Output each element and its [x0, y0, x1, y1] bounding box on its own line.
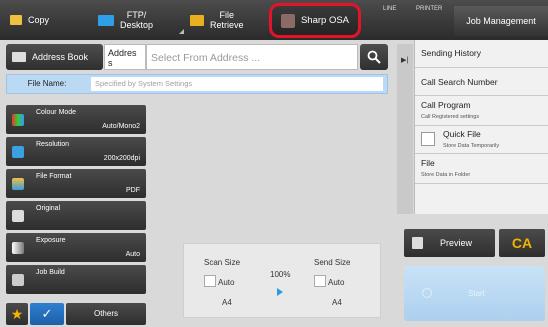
folder-icon [190, 14, 204, 26]
file-format-icon [12, 178, 24, 190]
setting-resolution[interactable]: Resolution 200x200dpi [6, 137, 146, 166]
tab-ftp-label: FTP/ Desktop [120, 10, 153, 30]
address-book-icon [12, 52, 26, 62]
file-name-label: File Name: [27, 79, 67, 88]
search-icon [367, 50, 381, 64]
top-bar: Copy FTP/ Desktop File Retrieve Sharp OS… [0, 0, 548, 40]
send-size-mode: Auto [328, 278, 345, 287]
resolution-icon [12, 146, 24, 158]
tab-file-retrieve-line1: File [219, 10, 235, 20]
tab-copy-label: Copy [28, 15, 50, 25]
address-field-label: Addres s [104, 44, 146, 70]
preview-label: Preview [440, 238, 473, 248]
setting-name: Resolution [36, 141, 70, 148]
tab-ftp-desktop[interactable]: FTP/ Desktop [98, 4, 186, 36]
scan-paper-icon [204, 275, 216, 287]
setting-job-build[interactable]: Job Build [6, 265, 146, 294]
job-management-label: Job Management [466, 16, 536, 26]
job-build-icon [12, 274, 24, 286]
copy-icon [10, 15, 22, 25]
setting-name: Job Build [36, 269, 65, 276]
sharp-osa-icon [280, 13, 295, 28]
others-label: Others [93, 309, 118, 318]
tab-file-retrieve-label: File Retrieve [210, 10, 244, 30]
send-size-label: Send Size [314, 258, 351, 267]
search-button[interactable] [360, 44, 388, 70]
file-item[interactable]: File Store Data in Folder [415, 154, 548, 184]
start-icon [422, 288, 432, 298]
quick-file-checkbox[interactable] [421, 132, 435, 146]
scan-size-paper: A4 [222, 298, 232, 307]
ca-label: CA [511, 235, 533, 251]
tab-sharp-osa-label: Sharp OSA [300, 14, 350, 26]
arrow-right-icon [277, 288, 283, 296]
file-name-row: File Name: Specified by System Settings [6, 74, 388, 94]
collapse-arrow-icon: ▶| [401, 57, 409, 64]
file-sub: Store Data in Folder [421, 172, 471, 178]
setting-file-format[interactable]: File Format PDF [6, 169, 146, 198]
start-label: Start [468, 289, 485, 298]
address-label-line2: s [108, 58, 113, 68]
sending-history-item[interactable]: Sending History [415, 40, 548, 68]
scan-size-mode: Auto [218, 278, 235, 287]
dropdown-triangle-icon [179, 24, 184, 34]
checkmark-button[interactable]: ✓ [30, 303, 64, 325]
job-management-button[interactable]: Job Management [454, 6, 548, 36]
setting-value: Auto [125, 251, 140, 258]
right-action-panel: Sending History Call Search Number Call … [414, 40, 548, 214]
tab-file-retrieve[interactable]: File Retrieve [190, 4, 266, 36]
tab-file-retrieve-line2: Retrieve [210, 20, 244, 30]
others-button[interactable]: Others [66, 303, 146, 325]
ratio-value: 100% [270, 270, 291, 279]
setting-colour-mode[interactable]: Colour Mode Auto/Mono2 [6, 105, 146, 134]
quick-file-item[interactable]: Quick File Store Data Temporarily [415, 126, 548, 154]
start-button[interactable]: Start [404, 266, 545, 321]
tab-ftp-label-line1: FTP/ [126, 10, 147, 20]
setting-name: File Format [36, 173, 72, 180]
clear-all-button[interactable]: CA [499, 229, 545, 257]
address-input[interactable]: Select From Address ... [146, 44, 358, 70]
preview-button[interactable]: Preview [404, 229, 495, 257]
quick-file-sub: Store Data Temporarily [443, 143, 500, 149]
setting-value: PDF [126, 187, 140, 194]
setting-value: 200x200dpi [103, 155, 140, 162]
file-label: File [421, 158, 435, 168]
address-label-line1: Addres [108, 48, 137, 58]
colour-mode-icon [12, 114, 24, 126]
sending-history-label: Sending History [421, 48, 482, 58]
line-indicator: LINE [383, 6, 397, 12]
tab-ftp-label-line2: Desktop [120, 20, 154, 30]
checkmark-icon: ✓ [41, 306, 53, 321]
size-panel[interactable]: Scan Size Auto A4 100% Send Size Auto A4 [183, 243, 381, 318]
ftp-desktop-icon [98, 14, 114, 26]
call-search-number-item[interactable]: Call Search Number [415, 68, 548, 96]
tab-copy[interactable]: Copy [10, 4, 90, 36]
star-icon: ★ [10, 306, 24, 322]
tab-sharp-osa[interactable]: Sharp OSA [269, 3, 361, 38]
send-paper-icon [314, 275, 326, 287]
call-search-number-label: Call Search Number [421, 77, 498, 87]
file-name-field[interactable]: Specified by System Settings [91, 77, 383, 91]
setting-name: Exposure [36, 237, 66, 244]
original-icon [12, 210, 24, 222]
setting-value: Auto/Mono2 [102, 123, 140, 130]
call-program-sub: Call Registered settings [421, 114, 480, 120]
panel-collapse-tab[interactable]: ▶| [397, 44, 413, 214]
send-size-paper: A4 [332, 298, 342, 307]
printer-indicator: PRINTER [416, 6, 443, 12]
setting-name: Colour Mode [36, 109, 77, 116]
address-book-label: Address Book [32, 52, 89, 62]
call-program-label: Call Program [421, 100, 471, 110]
setting-original[interactable]: Original [6, 201, 146, 230]
call-program-item[interactable]: Call Program Call Registered settings [415, 96, 548, 126]
quick-file-label: Quick File [443, 129, 481, 139]
favorite-button[interactable]: ★ [6, 303, 28, 325]
scan-size-label: Scan Size [204, 258, 241, 267]
preview-icon [412, 237, 423, 249]
setting-exposure[interactable]: Exposure Auto [6, 233, 146, 262]
exposure-icon [12, 242, 24, 254]
setting-name: Original [36, 205, 61, 212]
address-book-button[interactable]: Address Book [6, 44, 103, 70]
